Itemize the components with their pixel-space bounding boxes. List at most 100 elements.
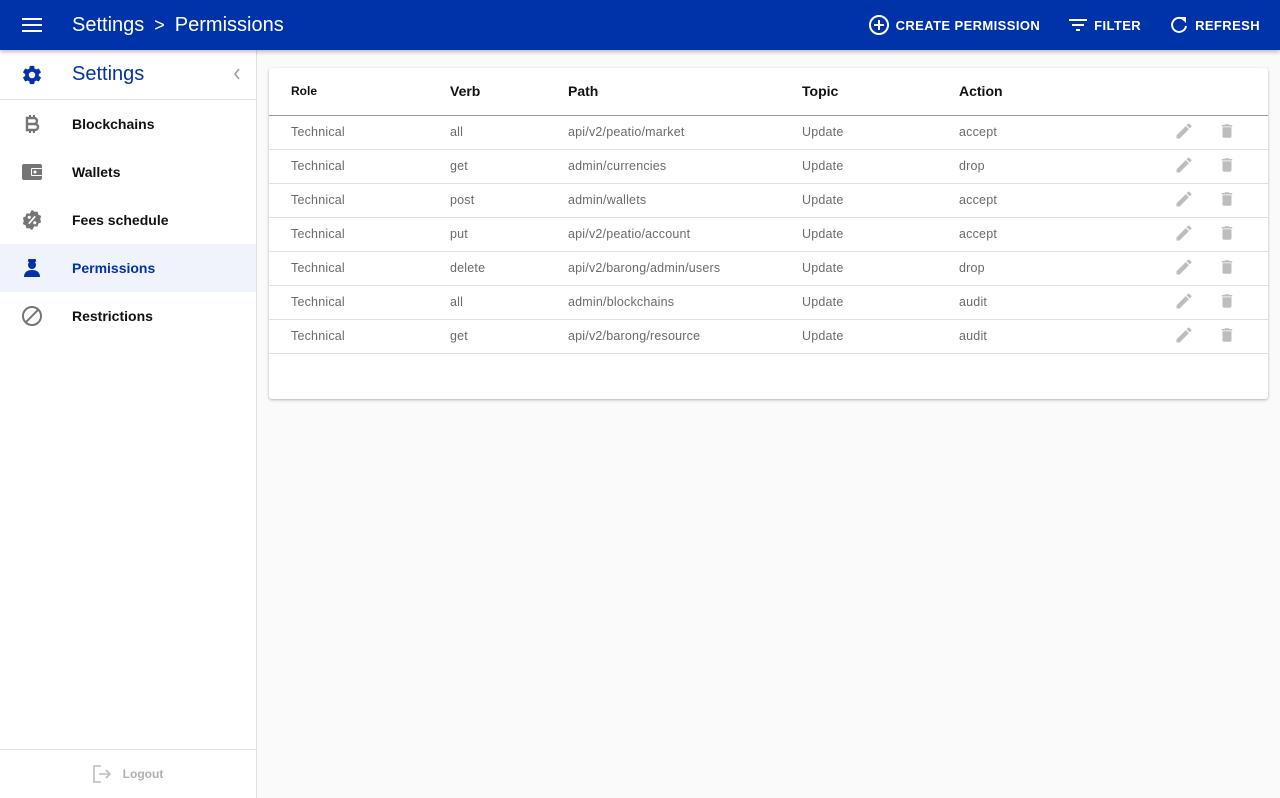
- table-row[interactable]: Technical get admin/currencies Update drop: [269, 149, 1268, 184]
- filter-label: FILTER: [1094, 17, 1142, 33]
- edit-button[interactable]: [1174, 155, 1194, 178]
- sidebar-item-label: Restrictions: [72, 308, 153, 324]
- edit-icon: [1176, 224, 1192, 240]
- cell-verb: all: [450, 285, 568, 320]
- sidebar-item-label: Blockchains: [72, 116, 155, 132]
- sidebar: Settings Blockchains Wallets Fees schedu…: [0, 50, 257, 798]
- column-header-operations: [1159, 68, 1268, 116]
- delete-button[interactable]: [1218, 223, 1236, 246]
- delete-button[interactable]: [1218, 257, 1236, 280]
- edit-icon: [1176, 292, 1192, 308]
- cell-role: Technical: [269, 115, 450, 150]
- edit-button[interactable]: [1174, 291, 1194, 314]
- block-icon: [22, 306, 42, 326]
- filter-button[interactable]: FILTER: [1060, 7, 1149, 43]
- table-row[interactable]: Technical post admin/wallets Update accept: [269, 183, 1268, 218]
- sidebar-item-label: Permissions: [72, 260, 156, 276]
- delete-icon: [1221, 259, 1233, 274]
- column-header-path[interactable]: Path: [568, 68, 802, 116]
- logout-icon: [92, 765, 111, 783]
- cell-verb: get: [450, 319, 568, 354]
- chevron-left-icon[interactable]: [232, 66, 242, 82]
- delete-button[interactable]: [1218, 325, 1236, 348]
- cell-operations: [1159, 115, 1268, 150]
- table-row[interactable]: Technical all api/v2/peatio/market Update ac…: [269, 115, 1268, 150]
- filter-icon: [1069, 19, 1088, 31]
- menu-button[interactable]: [0, 0, 64, 50]
- edit-button[interactable]: [1174, 257, 1194, 280]
- cell-verb: put: [450, 217, 568, 252]
- cell-action: audit: [959, 319, 1159, 354]
- sidebar-item-fees-schedule[interactable]: Fees schedule: [0, 196, 256, 244]
- cell-topic: Update: [802, 217, 959, 252]
- cell-role: Technical: [269, 251, 450, 286]
- column-header-verb[interactable]: Verb: [450, 68, 568, 116]
- sidebar-item-permissions[interactable]: Permissions: [0, 244, 256, 292]
- delete-button[interactable]: [1218, 189, 1236, 212]
- permissions-table: Role Verb Path Topic Action Technical all…: [269, 68, 1268, 354]
- delete-button[interactable]: [1218, 121, 1236, 144]
- edit-icon: [1176, 326, 1192, 342]
- cell-operations: [1159, 285, 1268, 320]
- bitcoin-icon: [25, 115, 40, 133]
- permissions-card: Role Verb Path Topic Action Technical all…: [269, 68, 1268, 399]
- edit-button[interactable]: [1174, 223, 1194, 246]
- sidebar-item-restrictions[interactable]: Restrictions: [0, 292, 256, 340]
- sidebar-item-blockchains[interactable]: Blockchains: [0, 100, 256, 148]
- cell-operations: [1159, 217, 1268, 252]
- column-header-topic[interactable]: Topic: [802, 68, 959, 116]
- gear-icon: [23, 65, 41, 84]
- table-row[interactable]: Technical all admin/blockchains Update audit: [269, 285, 1268, 320]
- user-badge-icon: [24, 259, 40, 277]
- add-circle-icon: [868, 15, 889, 35]
- sidebar-item-wallets[interactable]: Wallets: [0, 148, 256, 196]
- sidebar-header: Settings: [0, 50, 256, 100]
- percent-badge-icon: [22, 209, 42, 231]
- cell-path: admin/currencies: [568, 149, 802, 184]
- column-header-action[interactable]: Action: [959, 68, 1159, 116]
- edit-icon: [1176, 190, 1192, 206]
- cell-action: audit: [959, 285, 1159, 320]
- cell-path: admin/wallets: [568, 183, 802, 218]
- cell-topic: Update: [802, 115, 959, 150]
- cell-verb: all: [450, 115, 568, 150]
- breadcrumb-permissions: Permissions: [174, 13, 284, 36]
- table-row[interactable]: Technical get api/v2/barong/resource Update…: [269, 319, 1268, 354]
- edit-button[interactable]: [1174, 325, 1194, 348]
- edit-icon: [1176, 122, 1192, 138]
- cell-role: Technical: [269, 149, 450, 184]
- cell-action: accept: [959, 217, 1159, 252]
- cell-path: api/v2/barong/admin/users: [568, 251, 802, 286]
- cell-action: drop: [959, 251, 1159, 286]
- edit-button[interactable]: [1174, 121, 1194, 144]
- cell-role: Technical: [269, 217, 450, 252]
- cell-topic: Update: [802, 251, 959, 286]
- delete-button[interactable]: [1218, 291, 1236, 314]
- delete-icon: [1221, 157, 1233, 172]
- table-row[interactable]: Technical delete api/v2/barong/admin/users…: [269, 251, 1268, 286]
- breadcrumb-settings[interactable]: Settings: [72, 14, 144, 37]
- create-permission-button[interactable]: CREATE PERMISSION: [860, 7, 1049, 43]
- edit-button[interactable]: [1174, 189, 1194, 212]
- delete-icon: [1221, 191, 1233, 206]
- logout-button[interactable]: Logout: [0, 749, 256, 798]
- cell-verb: post: [450, 183, 568, 218]
- wallet-icon: [22, 164, 42, 180]
- cell-action: drop: [959, 149, 1159, 184]
- cell-topic: Update: [802, 319, 959, 354]
- table-header-row: Role Verb Path Topic Action: [269, 68, 1268, 116]
- delete-button[interactable]: [1218, 155, 1236, 178]
- delete-icon: [1221, 327, 1233, 342]
- sidebar-item-label: Wallets: [72, 164, 121, 180]
- cell-verb: get: [450, 149, 568, 184]
- logout-label: Logout: [122, 767, 164, 781]
- refresh-label: REFRESH: [1195, 17, 1260, 33]
- cell-operations: [1159, 251, 1268, 286]
- delete-icon: [1221, 293, 1233, 308]
- column-header-role[interactable]: Role: [269, 68, 450, 116]
- cell-path: admin/blockchains: [568, 285, 802, 320]
- refresh-button[interactable]: REFRESH: [1161, 7, 1268, 43]
- table-row[interactable]: Technical put api/v2/peatio/account Update a…: [269, 217, 1268, 252]
- cell-role: Technical: [269, 285, 450, 320]
- cell-topic: Update: [802, 149, 959, 184]
